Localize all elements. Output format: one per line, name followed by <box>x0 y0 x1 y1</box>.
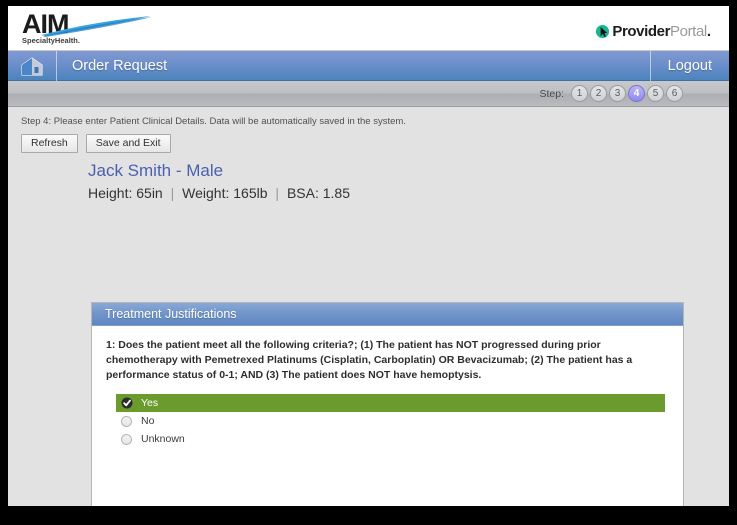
option-label-unknown: Unknown <box>141 433 185 445</box>
answer-options-group: Yes No Unknown <box>102 394 673 448</box>
vitals-separator-2: | <box>275 185 280 201</box>
patient-bsa-label: BSA: <box>286 185 319 201</box>
brand-header: AIM SpecialtyHealth. Provider Portal. <box>8 6 729 51</box>
patient-height-label: Height: <box>88 185 133 201</box>
patient-weight-label: Weight: <box>182 185 230 201</box>
step-indicator-bar: Step: 1 2 3 4 5 6 <box>8 81 729 107</box>
step-circles: 1 2 3 4 5 6 <box>571 85 683 102</box>
step-label: Step: <box>539 87 564 100</box>
action-toolbar: Refresh Save and Exit <box>8 134 729 153</box>
logout-link[interactable]: Logout <box>651 58 729 74</box>
option-label-yes: Yes <box>141 397 159 409</box>
page-title: Order Request <box>72 57 168 74</box>
portal-brand-dot: . <box>706 22 711 40</box>
screenshot-root: AIM SpecialtyHealth. Provider Portal. Or… <box>0 0 737 525</box>
cursor-circle-icon <box>596 24 610 38</box>
step-circle-4[interactable]: 4 <box>628 85 645 102</box>
question-text: 1: Does the patient meet all the followi… <box>106 339 633 381</box>
application-frame: AIM SpecialtyHealth. Provider Portal. Or… <box>8 6 729 506</box>
step-circle-6[interactable]: 6 <box>666 85 683 102</box>
navigation-bar: Order Request Logout <box>8 50 729 81</box>
patient-summary: Jack Smith - Male Height: 65in | Weight:… <box>8 161 729 201</box>
home-button[interactable] <box>8 56 56 76</box>
patient-name: Jack Smith - Male <box>88 161 224 180</box>
step-circle-1[interactable]: 1 <box>571 85 588 102</box>
checkmark-icon <box>121 397 133 409</box>
panel-header-title: Treatment Justifications <box>92 303 683 326</box>
step-circle-2[interactable]: 2 <box>590 85 607 102</box>
portal-brand-portal: Portal <box>670 22 707 40</box>
patient-vitals: Height: 65in | Weight: 165lb | BSA: 1.85 <box>88 185 729 201</box>
refresh-button[interactable]: Refresh <box>21 134 78 153</box>
option-row-yes[interactable]: Yes <box>116 394 665 412</box>
panel-body: 1: Does the patient meet all the followi… <box>92 326 683 506</box>
step-circle-3[interactable]: 3 <box>609 85 626 102</box>
option-label-no: No <box>141 415 155 427</box>
step-instruction-text: Step 4: Please enter Patient Clinical De… <box>21 116 406 127</box>
save-and-exit-button[interactable]: Save and Exit <box>85 134 171 153</box>
aim-logo-text: AIM <box>22 9 70 39</box>
aim-logo: AIM SpecialtyHealth. <box>22 11 152 49</box>
option-row-no[interactable]: No <box>116 412 665 430</box>
patient-bsa-value: 1.85 <box>322 185 350 201</box>
page-body: Step 4: Please enter Patient Clinical De… <box>8 107 729 506</box>
aim-logo-subtitle: SpecialtyHealth. <box>22 36 80 45</box>
vitals-separator-1: | <box>170 185 175 201</box>
option-row-unknown[interactable]: Unknown <box>116 430 665 448</box>
patient-weight-value: 165lb <box>233 185 268 201</box>
portal-brand-provider: Provider <box>612 22 671 40</box>
radio-button-unknown[interactable] <box>121 433 132 445</box>
provider-portal-logo: Provider Portal. <box>595 21 711 41</box>
treatment-justifications-panel: Treatment Justifications 1: Does the pat… <box>91 302 684 506</box>
step-circle-5[interactable]: 5 <box>647 85 664 102</box>
radio-button-no[interactable] <box>121 415 132 427</box>
patient-height-value: 65in <box>136 185 163 201</box>
home-icon <box>21 56 43 75</box>
